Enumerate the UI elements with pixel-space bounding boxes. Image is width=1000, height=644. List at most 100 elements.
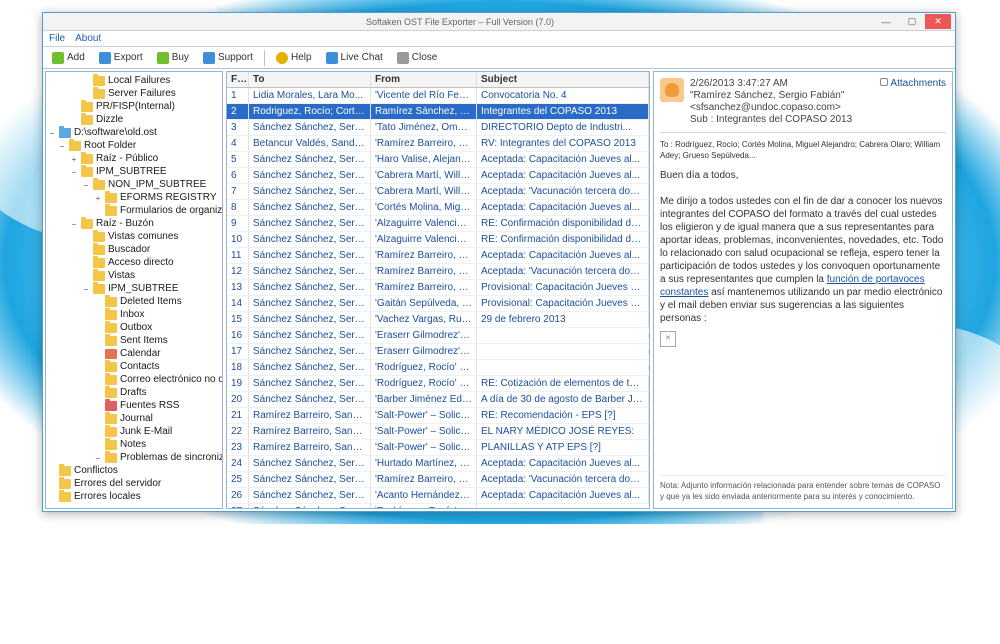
folder-tree[interactable]: Local FailuresServer FailuresPR/FISP(Int… <box>45 71 223 509</box>
message-row[interactable]: 4Betancur Valdés, Sandra...'Ramírez Barr… <box>227 136 649 152</box>
expand-toggle[interactable]: − <box>82 285 90 293</box>
expand-toggle[interactable] <box>94 415 102 423</box>
help-button[interactable]: Help <box>273 51 315 65</box>
message-row[interactable]: 25Sánchez Sánchez, Sergio F...'Ramírez B… <box>227 472 649 488</box>
tree-item[interactable]: Outbox <box>46 321 222 334</box>
message-row[interactable]: 3Sánchez Sánchez, Sergio F...'Tato Jimén… <box>227 120 649 136</box>
expand-toggle[interactable]: − <box>70 168 78 176</box>
tree-item[interactable]: Acceso directo <box>46 256 222 269</box>
expand-toggle[interactable] <box>70 103 78 111</box>
message-row[interactable]: 8Sánchez Sánchez, Sergio F...'Cortés Mol… <box>227 200 649 216</box>
tree-item[interactable]: −IPM_SUBTREE <box>46 282 222 295</box>
tree-item[interactable]: Formularios de organiz... <box>46 204 222 217</box>
col-num[interactable]: File <box>227 72 249 87</box>
tree-item[interactable]: Notes <box>46 438 222 451</box>
expand-toggle[interactable]: + <box>94 194 102 202</box>
message-row[interactable]: 10Sánchez Sánchez, Sergio F...'Alzaguirr… <box>227 232 649 248</box>
buy-button[interactable]: Buy <box>154 51 192 65</box>
expand-toggle[interactable]: + <box>70 155 78 163</box>
attachments-link[interactable]: Attachments <box>880 78 946 126</box>
expand-toggle[interactable] <box>82 272 90 280</box>
message-row[interactable]: 27Sánchez Sánchez, Sergio F...'Rodríguez… <box>227 504 649 509</box>
tree-item[interactable]: −NON_IPM_SUBTREE <box>46 178 222 191</box>
tree-item[interactable]: Junk E-Mail <box>46 425 222 438</box>
tree-item[interactable]: Errores del servidor <box>46 477 222 490</box>
expand-toggle[interactable] <box>94 428 102 436</box>
message-row[interactable]: 2Rodriguez, Rocío; Corte...Ramírez Sánch… <box>227 104 649 120</box>
message-row[interactable]: 19Sánchez Sánchez, Sergio F...'Rodríguez… <box>227 376 649 392</box>
expand-toggle[interactable] <box>94 389 102 397</box>
minimize-button[interactable]: — <box>873 14 899 29</box>
expand-toggle[interactable] <box>94 402 102 410</box>
maximize-button[interactable]: ▢ <box>899 14 925 29</box>
expand-toggle[interactable] <box>70 116 78 124</box>
message-row[interactable]: 11Sánchez Sánchez, Sergio F...'Ramírez B… <box>227 248 649 264</box>
message-row[interactable]: 26Sánchez Sánchez, Sergio F...'Acanto He… <box>227 488 649 504</box>
message-row[interactable]: 13Sánchez Sánchez, Sergio F...'Ramírez B… <box>227 280 649 296</box>
tree-item[interactable]: Contacts <box>46 360 222 373</box>
message-row[interactable]: 15Sánchez Sánchez, Sergio F...'Vachez Va… <box>227 312 649 328</box>
tree-item[interactable]: Vistas comunes <box>46 230 222 243</box>
message-row[interactable]: 21Ramírez Barreiro, Sandra...'Salt-Power… <box>227 408 649 424</box>
tree-item[interactable]: Dizzle <box>46 113 222 126</box>
expand-toggle[interactable] <box>48 467 56 475</box>
message-row[interactable]: 16Sánchez Sánchez, Sergio F...'Eraserr G… <box>227 328 649 344</box>
tree-item[interactable]: −Raíz - Buzón <box>46 217 222 230</box>
tree-item[interactable]: PR/FISP(Internal) <box>46 100 222 113</box>
message-row[interactable]: 23Ramírez Barreiro, Sandra...'Salt-Power… <box>227 440 649 456</box>
tree-item[interactable]: −D:\software\old.ost <box>46 126 222 139</box>
message-row[interactable]: 14Sánchez Sánchez, Sergio F...'Gaitán Se… <box>227 296 649 312</box>
tree-item[interactable]: Errores locales <box>46 490 222 503</box>
expand-toggle[interactable] <box>48 480 56 488</box>
expand-toggle[interactable]: − <box>70 220 78 228</box>
tree-item[interactable]: Inbox <box>46 308 222 321</box>
expand-toggle[interactable] <box>82 259 90 267</box>
tree-item[interactable]: Drafts <box>46 386 222 399</box>
title-bar[interactable]: Softaken OST File Exporter – Full Versio… <box>43 13 955 31</box>
message-row[interactable]: 17Sánchez Sánchez, Sergio F...'Eraserr G… <box>227 344 649 360</box>
list-header[interactable]: File To From Subject <box>227 72 649 88</box>
expand-toggle[interactable] <box>48 493 56 501</box>
tree-item[interactable]: +Raíz - Público <box>46 152 222 165</box>
add-button[interactable]: Add <box>49 51 88 65</box>
tree-item[interactable]: Vistas <box>46 269 222 282</box>
expand-toggle[interactable] <box>94 324 102 332</box>
expand-toggle[interactable] <box>94 441 102 449</box>
expand-toggle[interactable]: − <box>58 142 66 150</box>
message-row[interactable]: 7Sánchez Sánchez, Sergio F...'Cabrera Ma… <box>227 184 649 200</box>
expand-toggle[interactable]: − <box>48 129 56 137</box>
close-button[interactable]: Close <box>394 51 441 65</box>
message-row[interactable]: 22Ramírez Barreiro, Sandra...'Salt-Power… <box>227 424 649 440</box>
message-row[interactable]: 5Sánchez Sánchez, Sergio F...'Haro Valis… <box>227 152 649 168</box>
tree-item[interactable]: Server Failures <box>46 87 222 100</box>
expand-toggle[interactable] <box>94 376 102 384</box>
tree-item[interactable]: Local Failures <box>46 74 222 87</box>
expand-toggle[interactable] <box>94 337 102 345</box>
tree-item[interactable]: −Problemas de sincroniz... <box>46 451 222 464</box>
expand-toggle[interactable] <box>82 77 90 85</box>
expand-toggle[interactable]: − <box>94 454 102 462</box>
tree-item[interactable]: −Root Folder <box>46 139 222 152</box>
menu-about[interactable]: About <box>75 33 101 44</box>
expand-toggle[interactable] <box>82 90 90 98</box>
close-window-button[interactable]: ✕ <box>925 14 951 29</box>
col-subject[interactable]: Subject <box>477 72 649 87</box>
message-row[interactable]: 20Sánchez Sánchez, Sergio F...'Barber Ji… <box>227 392 649 408</box>
col-from[interactable]: From <box>371 72 477 87</box>
export-button[interactable]: Export <box>96 51 146 65</box>
tree-item[interactable]: Journal <box>46 412 222 425</box>
expand-toggle[interactable] <box>94 311 102 319</box>
tree-item[interactable]: +EFORMS REGISTRY <box>46 191 222 204</box>
tree-item[interactable]: Calendar <box>46 347 222 360</box>
menu-file[interactable]: File <box>49 33 65 44</box>
expand-toggle[interactable]: − <box>82 181 90 189</box>
message-row[interactable]: 6Sánchez Sánchez, Sergio F...'Cabrera Ma… <box>227 168 649 184</box>
tree-item[interactable]: Fuentes RSS <box>46 399 222 412</box>
message-row[interactable]: 18Sánchez Sánchez, Sergio F...'Rodríguez… <box>227 360 649 376</box>
tree-item[interactable]: Buscador <box>46 243 222 256</box>
col-to[interactable]: To <box>249 72 371 87</box>
expand-toggle[interactable] <box>94 350 102 358</box>
tree-item[interactable]: Sent Items <box>46 334 222 347</box>
support-button[interactable]: Support <box>200 51 256 65</box>
expand-toggle[interactable] <box>94 363 102 371</box>
